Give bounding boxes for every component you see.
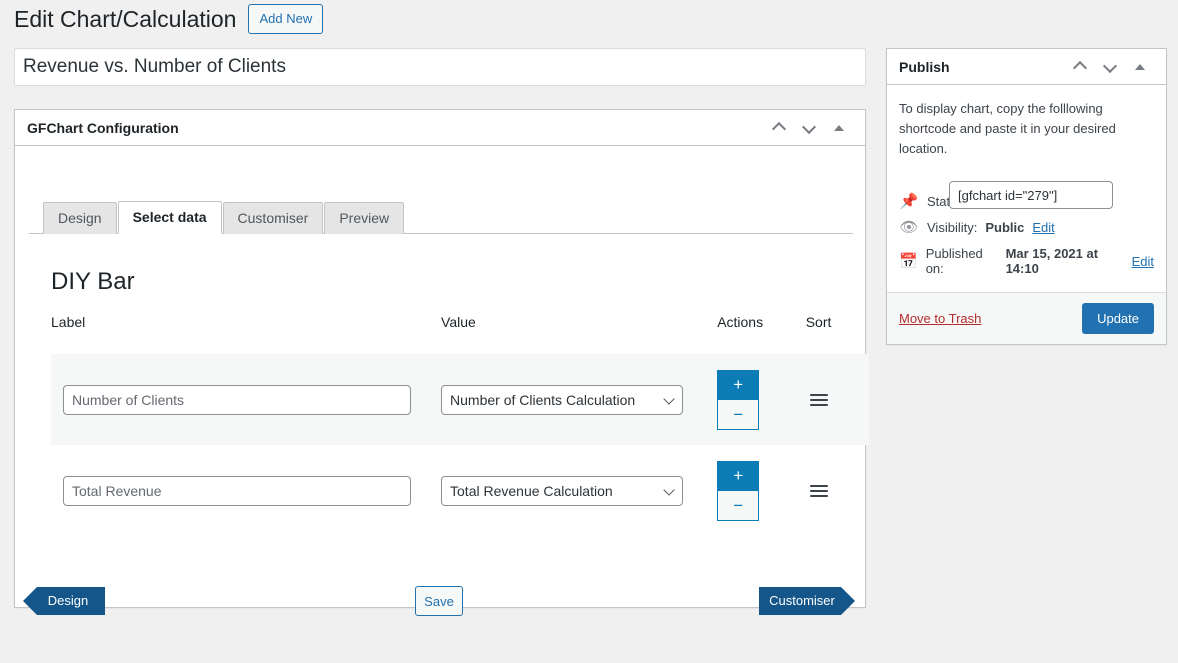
move-up-button[interactable] <box>1066 52 1094 82</box>
save-button[interactable]: Save <box>415 586 463 616</box>
table-header-row: Label Value Actions Sort <box>51 314 869 354</box>
shortcode-input[interactable] <box>949 181 1113 209</box>
drag-handle-icon[interactable] <box>810 485 828 497</box>
column-header-sort: Sort <box>806 314 869 354</box>
add-row-button[interactable]: + <box>717 461 759 491</box>
config-panel-handle-actions <box>765 113 853 143</box>
publish-panel-body: To display chart, copy the folllowing sh… <box>887 85 1166 292</box>
move-to-trash-link[interactable]: Move to Trash <box>899 311 981 326</box>
add-new-button[interactable]: Add New <box>248 4 323 34</box>
visibility-value: Public <box>985 220 1024 235</box>
visibility-label: Visibility: <box>927 220 977 235</box>
cell-value: Total Revenue Calculation <box>441 445 717 536</box>
chart-type-title: DIY Bar <box>51 270 135 294</box>
config-panel-body: Design Select data Customiser Preview DI… <box>15 146 865 608</box>
cell-label <box>51 445 441 536</box>
tab-select-data[interactable]: Select data <box>118 201 222 234</box>
remove-row-button[interactable]: − <box>717 491 759 521</box>
config-panel-header: GFChart Configuration <box>15 110 865 146</box>
cell-sort <box>806 354 869 445</box>
chevron-down-icon <box>804 122 815 133</box>
chevron-up-icon <box>1075 61 1086 72</box>
nav-previous-design-button[interactable]: Design <box>23 587 105 615</box>
tab-customiser[interactable]: Customiser <box>223 202 324 234</box>
move-up-button[interactable] <box>765 113 793 143</box>
gfchart-configuration-panel: GFChart Configuration Design Select data… <box>14 109 866 608</box>
edit-visibility-link[interactable]: Edit <box>1032 220 1054 235</box>
series-value-select-wrap: Number of Clients Calculation <box>441 385 683 415</box>
nav-next-customiser-button[interactable]: Customiser <box>759 587 855 615</box>
post-title-input[interactable] <box>14 48 866 86</box>
publish-panel-title: Publish <box>899 60 1066 74</box>
calendar-icon: 📅 <box>899 254 918 269</box>
published-on-label: Published on: <box>926 246 998 276</box>
toggle-panel-button[interactable] <box>825 113 853 143</box>
eye-icon: 👁 <box>899 220 919 235</box>
triangle-up-icon <box>1135 64 1145 70</box>
edit-published-on-link[interactable]: Edit <box>1132 254 1154 269</box>
chevron-up-icon <box>774 122 785 133</box>
series-label-input[interactable] <box>63 476 411 506</box>
table-row: Number of Clients Calculation + − <box>51 354 869 445</box>
move-down-button[interactable] <box>795 113 823 143</box>
shortcode-instructions: To display chart, copy the folllowing sh… <box>899 99 1139 159</box>
chevron-down-icon <box>1105 61 1116 72</box>
visibility-row: 👁 Visibility: Public Edit <box>899 215 1154 241</box>
remove-row-button[interactable]: − <box>717 400 759 430</box>
column-header-value: Value <box>441 314 717 354</box>
series-label-input[interactable] <box>63 385 411 415</box>
published-on-value: Mar 15, 2021 at 14:10 <box>1006 246 1124 276</box>
publish-panel-handle-actions <box>1066 52 1154 82</box>
pin-icon: 📌 <box>899 194 919 209</box>
series-value-select[interactable]: Total Revenue Calculation <box>441 476 683 506</box>
config-panel-title: GFChart Configuration <box>27 121 765 135</box>
page-header: Edit Chart/Calculation Add New <box>14 4 323 34</box>
cell-actions: + − <box>717 354 806 445</box>
row-actions: + − <box>717 461 759 521</box>
triangle-up-icon <box>834 125 844 131</box>
tab-design[interactable]: Design <box>43 202 117 234</box>
config-tabs: Design Select data Customiser Preview <box>29 201 853 234</box>
add-row-button[interactable]: + <box>717 370 759 400</box>
publish-panel-header: Publish <box>887 49 1166 85</box>
column-header-actions: Actions <box>717 314 806 354</box>
published-on-row: 📅 Published on: Mar 15, 2021 at 14:10 Ed… <box>899 241 1154 282</box>
toggle-panel-button[interactable] <box>1126 52 1154 82</box>
cell-value: Number of Clients Calculation <box>441 354 717 445</box>
column-header-label: Label <box>51 314 441 354</box>
series-value-select-wrap: Total Revenue Calculation <box>441 476 683 506</box>
publish-footer: Move to Trash Update <box>887 292 1166 344</box>
move-down-button[interactable] <box>1096 52 1124 82</box>
update-button[interactable]: Update <box>1082 303 1154 334</box>
table-row: Total Revenue Calculation + − <box>51 445 869 536</box>
page-title: Edit Chart/Calculation <box>14 4 236 34</box>
row-actions: + − <box>717 370 759 430</box>
series-value-select[interactable]: Number of Clients Calculation <box>441 385 683 415</box>
cell-actions: + − <box>717 445 806 536</box>
cell-label <box>51 354 441 445</box>
drag-handle-icon[interactable] <box>810 394 828 406</box>
cell-sort <box>806 445 869 536</box>
data-series-table: Label Value Actions Sort Number of Clien… <box>51 314 869 536</box>
publish-panel: Publish To display chart, copy the folll… <box>886 48 1167 345</box>
tab-preview[interactable]: Preview <box>324 202 404 234</box>
